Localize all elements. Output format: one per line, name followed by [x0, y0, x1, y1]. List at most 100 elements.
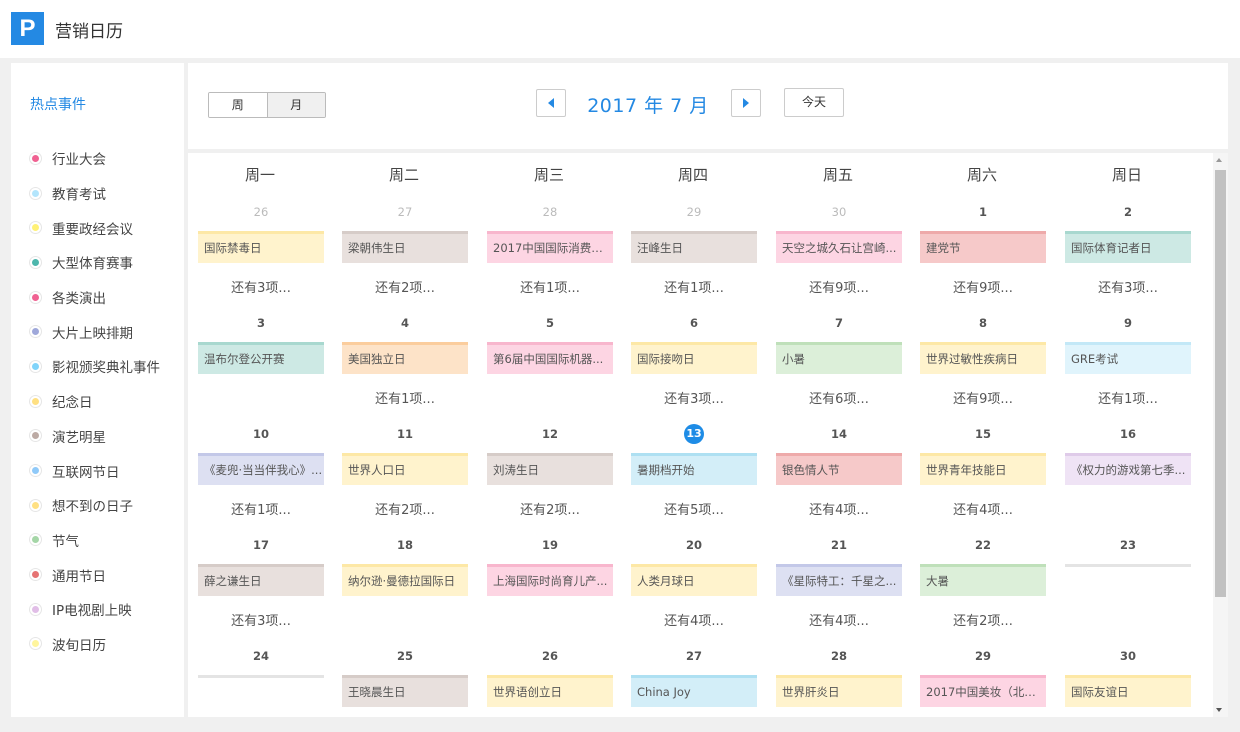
more-events-link[interactable]: 还有1项...	[487, 277, 613, 296]
category-item[interactable]: 重要政经会议	[30, 210, 160, 245]
day-number[interactable]: 5	[487, 316, 613, 330]
event-chip[interactable]: 王晓晨生日	[342, 675, 468, 707]
category-item[interactable]: 互联网节日	[30, 453, 160, 488]
event-chip[interactable]: 梁朝伟生日	[342, 231, 468, 263]
day-number[interactable]: 25	[342, 649, 468, 663]
more-events-link[interactable]: 还有4项...	[920, 499, 1046, 518]
day-number[interactable]: 28	[487, 205, 613, 219]
event-chip[interactable]: 汪峰生日	[631, 231, 757, 263]
event-chip[interactable]: 世界过敏性疾病日	[920, 342, 1046, 374]
day-number[interactable]: 16	[1065, 427, 1191, 441]
day-number[interactable]: 26	[487, 649, 613, 663]
day-number[interactable]: 10	[198, 427, 324, 441]
day-number[interactable]: 30	[1065, 649, 1191, 663]
category-item[interactable]: 纪念日	[30, 384, 160, 419]
event-chip[interactable]: 建党节	[920, 231, 1046, 263]
prev-month-button[interactable]	[536, 89, 566, 117]
category-item[interactable]: 演艺明星	[30, 419, 160, 454]
event-chip[interactable]: 人类月球日	[631, 564, 757, 596]
scroll-down-arrow-icon[interactable]	[1216, 708, 1222, 712]
day-number[interactable]: 20	[631, 538, 757, 552]
day-number[interactable]: 26	[198, 205, 324, 219]
event-chip[interactable]: 小暑	[776, 342, 902, 374]
today-button[interactable]: 今天	[784, 88, 844, 117]
event-chip[interactable]: 第6届中国国际机器...	[487, 342, 613, 374]
event-chip[interactable]: 纳尔逊·曼德拉国际日	[342, 564, 468, 596]
event-chip[interactable]: 国际接吻日	[631, 342, 757, 374]
more-events-link[interactable]: 还有3项...	[198, 277, 324, 296]
day-number[interactable]: 29	[920, 649, 1046, 663]
event-chip[interactable]: 国际友谊日	[1065, 675, 1191, 707]
event-chip[interactable]: 大暑	[920, 564, 1046, 596]
day-number[interactable]: 28	[776, 649, 902, 663]
view-week-button[interactable]: 周	[209, 93, 268, 117]
category-item[interactable]: 大片上映排期	[30, 314, 160, 349]
event-chip[interactable]: 国际体育记者日	[1065, 231, 1191, 263]
event-chip[interactable]: 世界语创立日	[487, 675, 613, 707]
day-number[interactable]: 18	[342, 538, 468, 552]
more-events-link[interactable]: 还有2项...	[342, 499, 468, 518]
more-events-link[interactable]: 还有1项...	[631, 277, 757, 296]
event-chip[interactable]: China Joy	[631, 675, 757, 707]
more-events-link[interactable]: 还有3项...	[198, 610, 324, 629]
day-number[interactable]: 21	[776, 538, 902, 552]
more-events-link[interactable]: 还有4项...	[776, 499, 902, 518]
more-events-link[interactable]: 还有2项...	[487, 499, 613, 518]
more-events-link[interactable]: 还有3项...	[1065, 277, 1191, 296]
category-item[interactable]: 影视颁奖典礼事件	[30, 349, 160, 384]
category-item[interactable]: 教育考试	[30, 176, 160, 211]
day-number[interactable]: 23	[1065, 538, 1191, 552]
event-chip[interactable]: 世界肝炎日	[776, 675, 902, 707]
more-events-link[interactable]: 还有6项...	[776, 388, 902, 407]
day-number[interactable]: 14	[776, 427, 902, 441]
more-events-link[interactable]: 还有1项...	[198, 499, 324, 518]
event-chip[interactable]: 世界人口日	[342, 453, 468, 485]
sidebar-title[interactable]: 热点事件	[30, 94, 86, 114]
event-chip[interactable]: 2017中国美妆（北京...	[920, 675, 1046, 707]
more-events-link[interactable]: 还有2项...	[920, 610, 1046, 629]
category-item[interactable]: 想不到の日子	[30, 488, 160, 523]
more-events-link[interactable]: 还有9项...	[920, 388, 1046, 407]
day-number[interactable]: 9	[1065, 316, 1191, 330]
event-chip[interactable]: 温布尔登公开赛	[198, 342, 324, 374]
category-item[interactable]: 各类演出	[30, 280, 160, 315]
day-number[interactable]: 17	[198, 538, 324, 552]
day-number[interactable]: 12	[487, 427, 613, 441]
event-chip[interactable]: 暑期档开始	[631, 453, 757, 485]
category-item[interactable]: 通用节日	[30, 557, 160, 592]
more-events-link[interactable]: 还有4项...	[776, 610, 902, 629]
day-number[interactable]: 6	[631, 316, 757, 330]
day-number[interactable]: 22	[920, 538, 1046, 552]
day-number[interactable]: 19	[487, 538, 613, 552]
event-chip[interactable]: GRE考试	[1065, 342, 1191, 374]
event-chip[interactable]: 天空之城久石让宫崎...	[776, 231, 902, 263]
more-events-link[interactable]: 还有9项...	[776, 277, 902, 296]
scrollbar-thumb[interactable]	[1215, 170, 1226, 597]
category-item[interactable]: IP电视剧上映	[30, 592, 160, 627]
scroll-up-arrow-icon[interactable]	[1216, 158, 1222, 162]
next-month-button[interactable]	[731, 89, 761, 117]
more-events-link[interactable]: 还有2项...	[342, 277, 468, 296]
day-number[interactable]: 29	[631, 205, 757, 219]
calendar-scrollbar[interactable]	[1213, 153, 1228, 717]
event-chip[interactable]: 薛之谦生日	[198, 564, 324, 596]
more-events-link[interactable]: 还有5项...	[631, 499, 757, 518]
day-number[interactable]: 2	[1065, 205, 1191, 219]
category-item[interactable]: 波旬日历	[30, 627, 160, 662]
day-number[interactable]: 24	[198, 649, 324, 663]
day-number[interactable]: 11	[342, 427, 468, 441]
event-chip[interactable]: 世界青年技能日	[920, 453, 1046, 485]
day-number[interactable]: 27	[342, 205, 468, 219]
day-number[interactable]: 15	[920, 427, 1046, 441]
event-chip[interactable]: 刘涛生日	[487, 453, 613, 485]
more-events-link[interactable]: 还有3项...	[631, 388, 757, 407]
day-number[interactable]: 27	[631, 649, 757, 663]
day-number[interactable]: 8	[920, 316, 1046, 330]
event-chip[interactable]: 《星际特工：千星之...	[776, 564, 902, 596]
event-chip[interactable]: 国际禁毒日	[198, 231, 324, 263]
day-number[interactable]: 4	[342, 316, 468, 330]
event-chip[interactable]: 上海国际时尚育儿产...	[487, 564, 613, 596]
more-events-link[interactable]: 还有1项...	[342, 388, 468, 407]
event-chip[interactable]: 美国独立日	[342, 342, 468, 374]
event-chip[interactable]: 《麦兜·当当伴我心》...	[198, 453, 324, 485]
